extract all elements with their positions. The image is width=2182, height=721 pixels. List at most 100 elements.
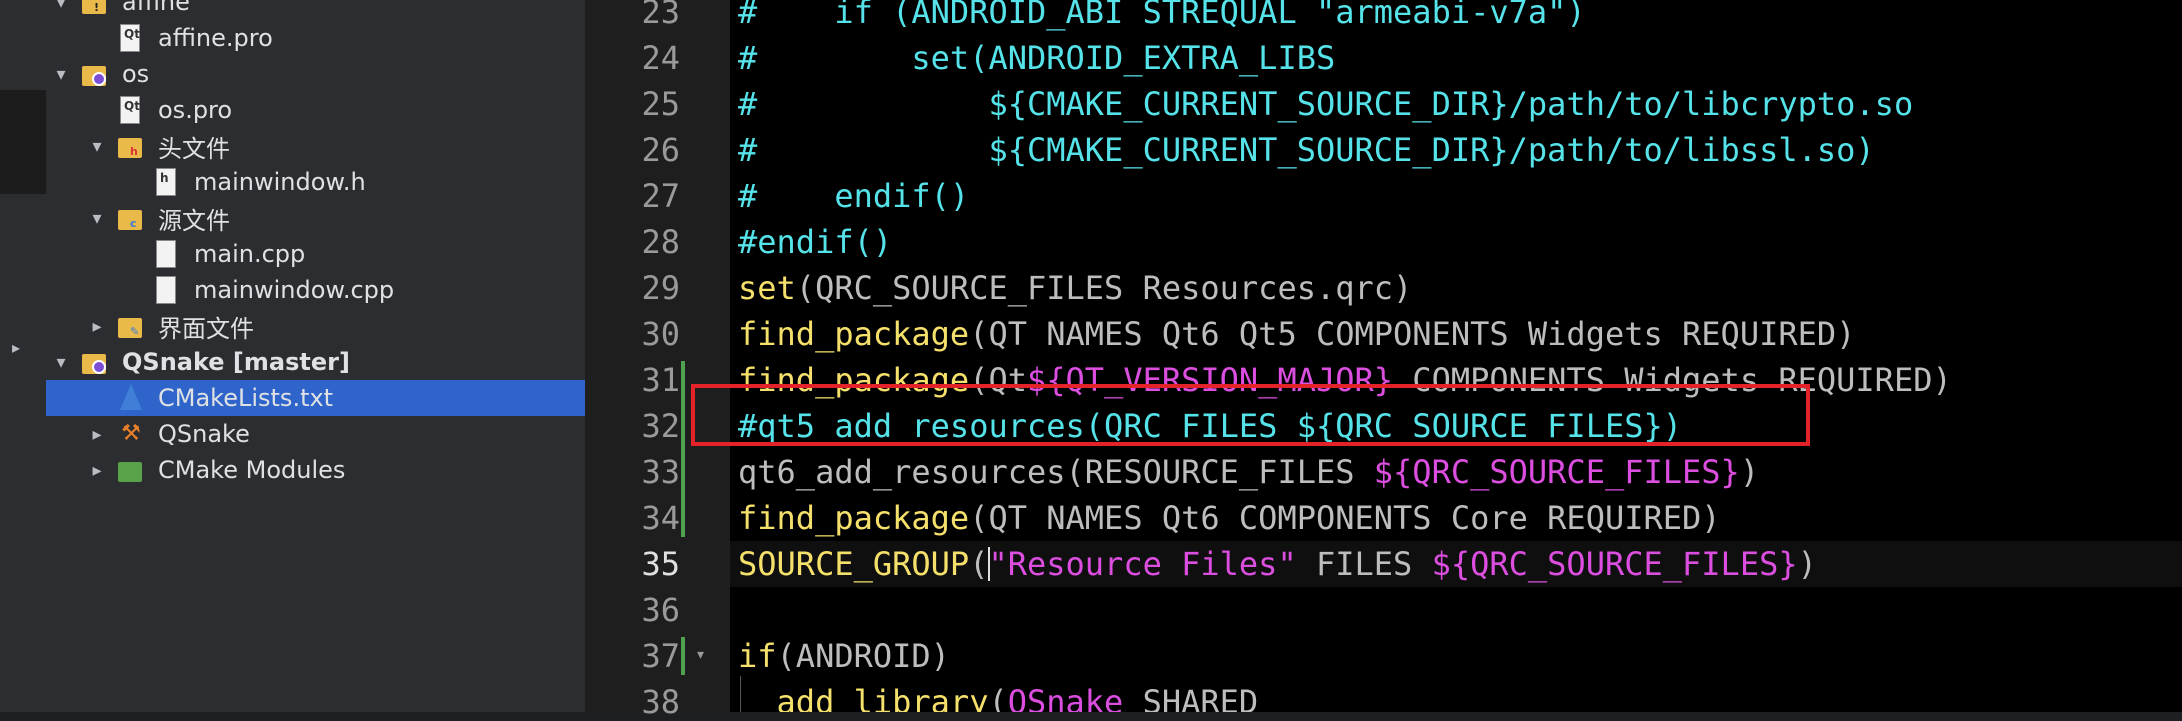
project-icon bbox=[82, 348, 108, 376]
code-token: (ANDROID) bbox=[776, 637, 950, 675]
code-line[interactable]: find_package(QT NAMES Qt6 Qt5 COMPONENTS… bbox=[738, 311, 1855, 357]
cpp-file-icon bbox=[154, 276, 180, 304]
header-folder-icon: h bbox=[118, 132, 144, 160]
line-number: 33 bbox=[641, 453, 680, 491]
fold-marker-icon[interactable]: ▾ bbox=[697, 647, 704, 663]
tree-item[interactable]: main.cpp bbox=[46, 236, 585, 272]
line-number: 32 bbox=[641, 407, 680, 445]
expand-arrow-icon[interactable]: ▸ bbox=[12, 338, 20, 357]
tree-item-label: mainwindow.cpp bbox=[194, 276, 395, 304]
code-line[interactable]: # ${CMAKE_CURRENT_SOURCE_DIR}/path/to/li… bbox=[738, 81, 1913, 127]
tree-item-label: affine.pro bbox=[158, 24, 273, 52]
tree-item-label: os bbox=[122, 60, 150, 88]
code-editor[interactable]: # if (ANDROID_ABI STREQUAL "armeabi-v7a"… bbox=[730, 0, 2182, 712]
code-token: find_package bbox=[738, 499, 970, 537]
line-number-gutter: 23 24 25 26 27 28 29 30 31 32 33 34 35 36 37 38 bbox=[585, 0, 730, 721]
code-line[interactable]: # if (ANDROID_ABI STREQUAL "armeabi-v7a"… bbox=[738, 0, 1586, 35]
source-folder-icon: c bbox=[118, 204, 144, 232]
line-number: 26 bbox=[641, 131, 680, 169]
tree-item[interactable]: Qt os.pro bbox=[46, 92, 585, 128]
code-token: FILES bbox=[1296, 545, 1432, 583]
code-token: find_package bbox=[738, 315, 970, 353]
mode-selector-active[interactable] bbox=[0, 90, 46, 194]
code-line[interactable]: add_library(QSnake SHARED bbox=[738, 679, 1259, 712]
line-number: 24 bbox=[641, 39, 680, 77]
project-icon bbox=[82, 60, 108, 88]
code-line[interactable]: SOURCE_GROUP("Resource Files" FILES ${QR… bbox=[738, 541, 1817, 587]
annotation-highlight-box bbox=[691, 384, 1810, 446]
code-token: # ${CMAKE_CURRENT_SOURCE_DIR}/path/to/li… bbox=[738, 131, 1875, 169]
expand-arrow-icon[interactable]: ▸ bbox=[86, 460, 108, 481]
qt-project-file-icon: Qt bbox=[118, 24, 144, 52]
code-line[interactable]: find_package(QT NAMES Qt6 COMPONENTS Cor… bbox=[738, 495, 1721, 541]
code-token: SHARED bbox=[1123, 683, 1259, 712]
collapse-arrow-icon[interactable]: ▾ bbox=[86, 208, 108, 229]
tree-item[interactable]: ▾ os bbox=[46, 56, 585, 92]
tree-item-label: main.cpp bbox=[194, 240, 306, 268]
code-token: (QRC_SOURCE_FILES Resources.qrc) bbox=[795, 269, 1413, 307]
tree-item[interactable]: mainwindow.cpp bbox=[46, 272, 585, 308]
code-line[interactable]: if(ANDROID) bbox=[738, 633, 950, 679]
code-line[interactable]: # set(ANDROID_EXTRA_LIBS bbox=[738, 35, 1335, 81]
line-number: 29 bbox=[641, 269, 680, 307]
tree-item[interactable]: ▸ ⚒ QSnake bbox=[46, 416, 585, 452]
code-token: ) bbox=[1739, 453, 1760, 491]
code-token: set bbox=[738, 269, 796, 307]
code-token: # set(ANDROID_EXTRA_LIBS bbox=[738, 39, 1336, 77]
code-token: ( bbox=[969, 545, 989, 583]
line-number: 31 bbox=[641, 361, 680, 399]
line-number: 27 bbox=[641, 177, 680, 215]
code-token: # if (ANDROID_ABI STREQUAL "armeabi-v7a"… bbox=[738, 0, 1586, 31]
vcs-change-marker bbox=[681, 637, 685, 675]
header-file-icon: h bbox=[154, 168, 180, 196]
collapse-arrow-icon[interactable]: ▾ bbox=[50, 352, 72, 373]
expand-arrow-icon[interactable]: ▸ bbox=[86, 316, 108, 337]
tree-item-label: CMake Modules bbox=[158, 456, 346, 484]
cmake-modules-icon bbox=[118, 456, 144, 484]
code-line[interactable]: qt6_add_resources(RESOURCE_FILES ${QRC_S… bbox=[738, 449, 1759, 495]
expand-arrow-icon[interactable]: ▸ bbox=[86, 424, 108, 445]
collapse-arrow-icon[interactable]: ▾ bbox=[86, 136, 108, 157]
tree-item[interactable]: h mainwindow.h bbox=[46, 164, 585, 200]
tree-item-label: 源文件 bbox=[158, 206, 230, 235]
folder-warning-icon: ! bbox=[82, 0, 108, 16]
code-token: (QT NAMES Qt6 Qt5 COMPONENTS Widgets REQ… bbox=[969, 315, 1856, 353]
code-token: # ${CMAKE_CURRENT_SOURCE_DIR}/path/to/li… bbox=[738, 85, 1914, 123]
code-token: "Resource Files" bbox=[988, 545, 1297, 583]
line-number: 25 bbox=[641, 85, 680, 123]
collapse-arrow-icon[interactable]: ▾ bbox=[50, 64, 72, 85]
tree-item[interactable]: Qt affine.pro bbox=[46, 20, 585, 56]
mode-sidebar: ▸ bbox=[0, 0, 46, 712]
code-token: ) bbox=[1797, 545, 1817, 583]
tree-item[interactable]: ▸ ✎ 界面文件 bbox=[46, 308, 585, 344]
code-token: QSnake bbox=[1007, 683, 1124, 712]
hammer-icon: ⚒ bbox=[121, 421, 141, 446]
tree-item[interactable]: ▾ c 源文件 bbox=[46, 200, 585, 236]
tree-item-label: os.pro bbox=[158, 96, 233, 124]
tree-item-label: QSnake [master] bbox=[122, 348, 350, 376]
code-token: (QT NAMES Qt6 COMPONENTS Core REQUIRED) bbox=[969, 499, 1721, 537]
code-token: if bbox=[738, 637, 777, 675]
code-line[interactable]: # endif() bbox=[738, 173, 969, 219]
tree-item-label: QSnake bbox=[158, 420, 250, 448]
tree-item[interactable]: CMakeLists.txt bbox=[46, 380, 585, 416]
tree-item[interactable]: ▾! affine bbox=[46, 0, 585, 20]
tree-item-label: affine bbox=[122, 0, 190, 16]
code-token: SOURCE_GROUP bbox=[738, 545, 970, 583]
code-line[interactable]: # ${CMAKE_CURRENT_SOURCE_DIR}/path/to/li… bbox=[738, 127, 1875, 173]
tree-item[interactable]: ▸ CMake Modules bbox=[46, 452, 585, 488]
tree-item[interactable]: ▾ h 头文件 bbox=[46, 128, 585, 164]
code-token: #endif() bbox=[738, 223, 893, 261]
indent-guide bbox=[740, 676, 741, 712]
line-number: 38 bbox=[641, 683, 680, 721]
code-token: ( bbox=[988, 683, 1008, 712]
line-number: 23 bbox=[641, 0, 680, 31]
line-number: 36 bbox=[641, 591, 680, 629]
code-line[interactable]: #endif() bbox=[738, 219, 892, 265]
code-line[interactable]: set(QRC_SOURCE_FILES Resources.qrc) bbox=[738, 265, 1412, 311]
collapse-arrow-icon[interactable]: ▾ bbox=[50, 0, 72, 13]
code-token: qt6_add_resources(RESOURCE_FILES bbox=[738, 453, 1374, 491]
line-number: 30 bbox=[641, 315, 680, 353]
forms-folder-icon: ✎ bbox=[118, 312, 144, 340]
tree-item[interactable]: ▾ QSnake [master] bbox=[46, 344, 585, 380]
